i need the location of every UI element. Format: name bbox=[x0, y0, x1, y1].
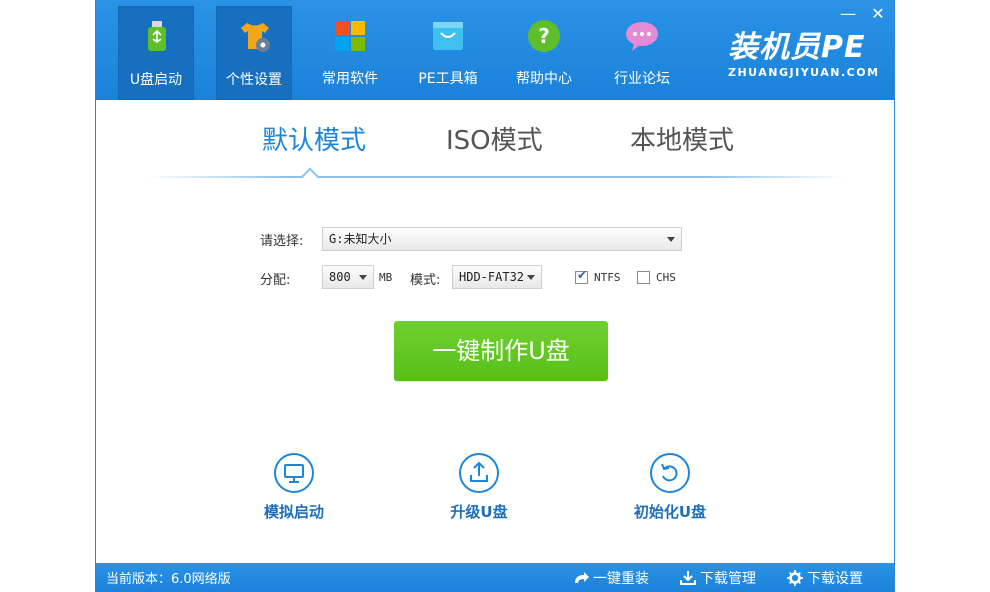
download-settings-button[interactable]: 下载设置 bbox=[786, 568, 863, 588]
status-action-label: 下载管理 bbox=[700, 571, 756, 587]
chevron-down-icon bbox=[667, 237, 675, 242]
nav-label: PE工具箱 bbox=[418, 71, 478, 87]
nav-label: 常用软件 bbox=[322, 71, 378, 87]
ntfs-label: NTFS bbox=[594, 271, 621, 284]
alloc-size-select[interactable]: 800 bbox=[322, 265, 374, 289]
format-mode-value: HDD-FAT32 bbox=[459, 270, 525, 284]
chat-bubble-icon bbox=[624, 18, 660, 54]
logo-subtitle: ZHUANGJIYUAN.COM bbox=[728, 66, 880, 79]
tab-iso-mode[interactable]: ISO模式 bbox=[446, 120, 543, 157]
simulate-boot-button[interactable]: 模拟启动 bbox=[239, 453, 349, 522]
nav-item-personalize[interactable]: 个性设置 bbox=[216, 6, 292, 100]
download-icon bbox=[680, 571, 696, 585]
tab-default-mode[interactable]: 默认模式 bbox=[262, 120, 366, 157]
nav-label: 个性设置 bbox=[226, 72, 282, 88]
nav-label: U盘启动 bbox=[129, 72, 183, 88]
nav-label: 帮助中心 bbox=[516, 71, 572, 87]
active-tab-indicator bbox=[301, 167, 319, 185]
close-button[interactable]: ✕ bbox=[868, 4, 888, 24]
toolbox-bag-icon bbox=[430, 18, 466, 54]
nav-item-usb-boot[interactable]: U盘启动 bbox=[118, 6, 194, 100]
tshirt-gear-icon bbox=[237, 19, 273, 55]
mode-label: 模式: bbox=[410, 273, 441, 288]
status-bar: 当前版本：6.0网络版 一键重装 下载管理 下载设置 bbox=[96, 563, 894, 592]
chs-checkbox[interactable] bbox=[637, 271, 650, 284]
upgrade-usb-button[interactable]: 升级U盘 bbox=[424, 453, 534, 522]
nav-item-forum[interactable]: 行业论坛 bbox=[604, 6, 680, 100]
tab-local-mode[interactable]: 本地模式 bbox=[630, 120, 734, 157]
chs-label: CHS bbox=[656, 271, 676, 284]
alloc-label: 分配: bbox=[260, 273, 291, 288]
reset-arrow-icon bbox=[650, 453, 690, 493]
init-usb-button[interactable]: 初始化U盘 bbox=[615, 453, 725, 522]
check-icon: ✔ bbox=[577, 268, 588, 282]
top-nav-bar: U盘启动 个性设置 常用软件 PE工具箱 ? 帮助中心 行业论坛 — ✕ 装机员… bbox=[96, 0, 894, 100]
alloc-unit: MB bbox=[379, 271, 393, 284]
usb-icon bbox=[139, 19, 175, 55]
upload-icon bbox=[459, 453, 499, 493]
nav-item-help[interactable]: ? 帮助中心 bbox=[506, 6, 582, 100]
drive-select-value: G:未知大小 bbox=[329, 232, 392, 246]
tool-label: 模拟启动 bbox=[263, 503, 324, 521]
status-action-label: 一键重装 bbox=[593, 571, 649, 587]
gear-icon bbox=[787, 570, 803, 586]
app-window: U盘启动 个性设置 常用软件 PE工具箱 ? 帮助中心 行业论坛 — ✕ 装机员… bbox=[95, 0, 895, 592]
svg-text:?: ? bbox=[538, 24, 550, 48]
nav-item-software[interactable]: 常用软件 bbox=[312, 6, 388, 100]
tool-label: 升级U盘 bbox=[450, 503, 508, 521]
chevron-down-icon bbox=[359, 275, 367, 280]
format-mode-select[interactable]: HDD-FAT32 bbox=[452, 265, 542, 289]
minimize-button[interactable]: — bbox=[838, 4, 858, 24]
chevron-down-icon bbox=[527, 275, 535, 280]
one-click-make-usb-button[interactable]: 一键制作U盘 bbox=[394, 321, 608, 381]
ntfs-checkbox[interactable]: ✔ bbox=[575, 268, 588, 284]
windows-grid-icon bbox=[332, 18, 368, 54]
help-question-icon: ? bbox=[526, 18, 562, 54]
version-text: 当前版本：6.0网络版 bbox=[106, 572, 231, 587]
tool-label: 初始化U盘 bbox=[633, 503, 707, 521]
alloc-size-value: 800 bbox=[329, 270, 351, 284]
redo-arrow-icon bbox=[575, 572, 589, 583]
download-manager-button[interactable]: 下载管理 bbox=[679, 568, 756, 588]
nav-item-pe-toolbox[interactable]: PE工具箱 bbox=[410, 6, 486, 100]
drive-select[interactable]: G:未知大小 bbox=[322, 227, 682, 251]
status-action-label: 下载设置 bbox=[807, 571, 863, 587]
one-click-reinstall-button[interactable]: 一键重装 bbox=[572, 568, 649, 588]
drive-select-label: 请选择: bbox=[260, 234, 304, 249]
monitor-icon bbox=[274, 453, 314, 493]
brand-logo: 装机员PE ZHUANGJIYUAN.COM bbox=[728, 30, 888, 90]
nav-label: 行业论坛 bbox=[614, 71, 670, 87]
logo-title: 装机员PE bbox=[728, 30, 866, 65]
tab-underline bbox=[146, 176, 846, 178]
